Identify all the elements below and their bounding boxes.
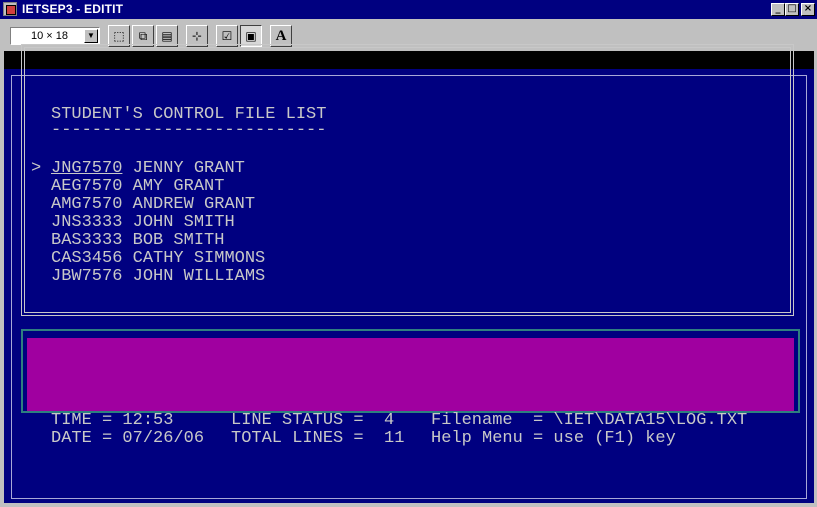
student-name: JENNY GRANT — [132, 159, 245, 178]
student-name: BOB SMITH — [132, 231, 225, 250]
font-size-select[interactable]: 10 × 18 ▼ — [10, 27, 100, 45]
maximize-button[interactable]: □ — [785, 3, 799, 16]
minimize-button[interactable]: _ — [771, 3, 785, 16]
student-list: JNG7570 JENNY GRANT AEG7570 AMY GRANT AMG7… — [51, 160, 265, 286]
date-status: DATE = 07/26/06 — [51, 429, 205, 448]
student-row[interactable]: JNG7570 JENNY GRANT — [51, 160, 265, 178]
student-row[interactable]: JBW7576 JOHN WILLIAMS — [51, 268, 265, 286]
column-gap — [122, 249, 132, 268]
column-gap — [122, 159, 132, 178]
filename-status: Filename = \IET\DATA15\LOG.TXT — [431, 411, 748, 430]
student-name: JOHN WILLIAMS — [132, 267, 266, 286]
column-gap — [122, 195, 132, 214]
close-button[interactable]: × — [801, 3, 815, 16]
column-gap — [122, 177, 132, 196]
title-bar[interactable]: IETSEP3 - EDITIT _ □ × — [0, 0, 817, 19]
student-id: CAS3456 — [51, 249, 123, 268]
student-id: BAS3333 — [51, 231, 123, 250]
line-status: LINE STATUS = 4 — [231, 411, 395, 430]
student-name: JOHN SMITH — [132, 213, 235, 232]
student-row[interactable]: AMG7570 ANDREW GRANT — [51, 196, 265, 214]
student-name: AMY GRANT — [132, 177, 225, 196]
column-gap — [122, 231, 132, 250]
student-row[interactable]: AEG7570 AMY GRANT — [51, 178, 265, 196]
student-id: AEG7570 — [51, 177, 123, 196]
total-lines-status: TOTAL LINES = 11 — [231, 429, 405, 448]
student-row[interactable]: BAS3333 BOB SMITH — [51, 232, 265, 250]
status-panel — [27, 338, 794, 411]
student-row[interactable]: JNS3333 JOHN SMITH — [51, 214, 265, 232]
list-title-underline: --------------------------- — [51, 121, 327, 140]
help-menu-hint: Help Menu = use (F1) key — [431, 429, 676, 448]
column-gap — [122, 267, 132, 286]
student-id: JBW7576 — [51, 267, 123, 286]
student-id: JNG7570 — [51, 159, 123, 178]
window-title: IETSEP3 - EDITIT — [22, 2, 124, 16]
app-icon[interactable] — [3, 2, 17, 16]
font-size-value: 10 × 18 — [31, 30, 69, 42]
student-id: JNS3333 — [51, 213, 123, 232]
student-id: AMG7570 — [51, 195, 123, 214]
student-name: CATHY SIMMONS — [132, 249, 266, 268]
selection-pointer: > — [31, 159, 42, 178]
student-name: ANDREW GRANT — [132, 195, 256, 214]
chevron-down-icon[interactable]: ▼ — [84, 29, 98, 43]
column-gap — [122, 213, 132, 232]
time-status: TIME = 12:53 — [51, 411, 174, 430]
student-row[interactable]: CAS3456 CATHY SIMMONS — [51, 250, 265, 268]
